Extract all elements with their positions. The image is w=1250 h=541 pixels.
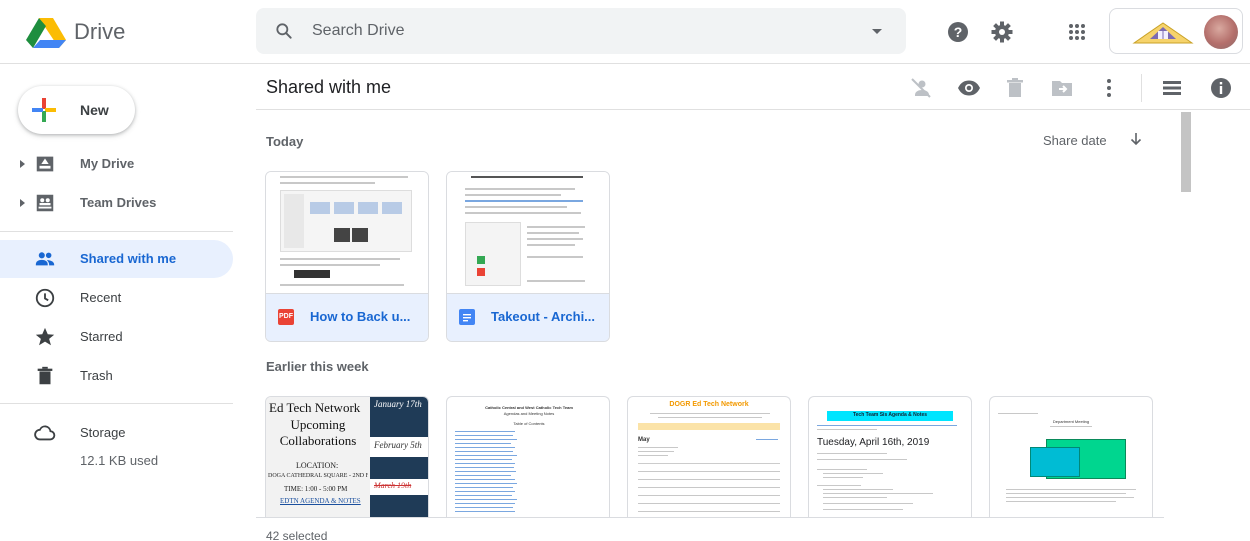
doc-thumb-subtitle: Agendas and Meeting Notes xyxy=(503,411,555,416)
sidebar-item-storage[interactable]: Storage xyxy=(0,414,233,452)
doc-thumb-date: Tuesday, April 16th, 2019 xyxy=(817,437,930,448)
delete-icon[interactable] xyxy=(1003,76,1027,100)
drive-app: Drive Search Drive ? New My Drive Team D… xyxy=(0,0,1250,541)
pdf-file-icon: PDF xyxy=(278,309,294,325)
grid-bottom-rule xyxy=(256,517,1164,518)
sidebar-item-label: Recent xyxy=(80,290,122,305)
doc-thumb-title: Tech Team Sis Agenda & Notes xyxy=(852,412,928,418)
file-name-bar[interactable]: PDF How to Back u... xyxy=(266,294,428,341)
shared-people-icon xyxy=(35,252,55,266)
sidebar-item-label: Trash xyxy=(80,368,113,383)
sidebar-item-shared-with-me[interactable]: Shared with me xyxy=(0,240,233,278)
doc-file-icon xyxy=(459,309,475,325)
section-heading-earlier-this-week: Earlier this week xyxy=(266,359,369,374)
my-drive-icon xyxy=(36,156,54,172)
move-to-folder-icon[interactable] xyxy=(1050,76,1074,100)
sidebar-item-recent[interactable]: Recent xyxy=(0,279,233,317)
page-title[interactable]: Shared with me xyxy=(266,77,391,98)
sort-by-share-date[interactable]: Share date xyxy=(1043,133,1107,148)
toolbar-divider xyxy=(1141,74,1142,102)
remove-person-icon[interactable] xyxy=(909,76,933,100)
account-switcher[interactable] xyxy=(1109,8,1243,54)
poster-date-2: February 5th xyxy=(374,440,422,450)
file-card[interactable]: Takeout - Archi... xyxy=(446,171,610,342)
poster-location-label: LOCATION: xyxy=(296,461,339,470)
file-card[interactable]: PDF How to Back u... xyxy=(265,171,429,342)
new-button[interactable]: New xyxy=(18,86,135,134)
star-icon xyxy=(35,327,55,346)
doc-thumb-toc: Table of Contents xyxy=(513,421,545,426)
file-name[interactable]: How to Back u... xyxy=(310,309,422,324)
top-header: Drive Search Drive ? xyxy=(0,0,1250,64)
sidebar-item-team-drives[interactable]: Team Drives xyxy=(0,184,233,222)
doc-thumb-title: DOGR Ed Tech Network xyxy=(669,401,749,408)
search-options-caret-icon[interactable] xyxy=(872,29,882,34)
doc-thumb-title: Catholic Central and West Catholic Tech … xyxy=(485,405,573,410)
expand-arrow-icon[interactable] xyxy=(20,199,25,207)
list-view-icon[interactable] xyxy=(1160,76,1184,100)
doc-thumb-month: May xyxy=(638,437,650,443)
info-icon[interactable] xyxy=(1209,76,1233,100)
apps-grid-icon[interactable] xyxy=(1065,20,1089,44)
file-name-bar[interactable]: Takeout - Archi... xyxy=(447,294,609,341)
down-arrow-icon[interactable] xyxy=(1128,131,1144,147)
sidebar-item-label: Shared with me xyxy=(80,251,177,266)
poster-date-3: March 19th xyxy=(374,481,412,490)
sidebar-item-my-drive[interactable]: My Drive xyxy=(0,145,233,183)
search-icon[interactable] xyxy=(274,21,294,41)
poster-title: Ed Tech Network xyxy=(269,400,361,415)
expand-arrow-icon[interactable] xyxy=(20,160,25,168)
sidebar-item-label: My Drive xyxy=(80,156,135,171)
sidebar-item-trash[interactable]: Trash xyxy=(0,357,233,395)
preview-eye-icon[interactable] xyxy=(957,76,981,100)
trash-icon xyxy=(37,366,53,385)
app-name[interactable]: Drive xyxy=(74,19,125,45)
sidebar-item-label: Team Drives xyxy=(80,195,157,210)
file-card[interactable]: Catholic Central and West Catholic Tech … xyxy=(446,396,610,518)
plus-icon xyxy=(32,98,56,122)
poster-location: DOGA CATHEDRAL SQUARE - 2ND FLOOR xyxy=(268,473,368,479)
file-name[interactable]: Takeout - Archi... xyxy=(491,309,603,324)
section-heading-today: Today xyxy=(266,134,304,149)
svg-text:?: ? xyxy=(954,24,963,40)
user-avatar[interactable] xyxy=(1204,15,1238,49)
school-book-logo xyxy=(1132,22,1194,44)
drive-logo-icon[interactable] xyxy=(26,18,66,48)
file-thumbnail xyxy=(266,172,428,294)
sidebar-divider xyxy=(0,403,233,404)
file-card[interactable]: Department Meeting xyxy=(989,396,1153,518)
more-vert-icon[interactable] xyxy=(1097,76,1121,100)
poster-subtitle: Upcoming Collaborations xyxy=(279,417,357,448)
settings-gear-icon[interactable] xyxy=(990,20,1014,44)
search-bar[interactable]: Search Drive xyxy=(256,8,906,54)
poster-date-1: January 17th xyxy=(374,399,422,409)
doc-thumb-title: Department Meeting xyxy=(1052,419,1090,424)
team-drives-icon xyxy=(36,194,54,212)
poster-agenda-link: EDTN AGENDA & NOTES xyxy=(280,497,361,505)
file-card[interactable]: DOGR Ed Tech Network May xyxy=(627,396,791,518)
sidebar-item-starred[interactable]: Starred xyxy=(0,318,233,356)
cloud-icon xyxy=(34,425,56,441)
sidebar-divider xyxy=(0,231,233,232)
clock-icon xyxy=(35,288,55,308)
poster-time: TIME: 1:00 - 5:00 PM xyxy=(284,485,348,493)
vertical-scrollbar[interactable] xyxy=(1181,112,1191,192)
file-thumbnail xyxy=(447,172,609,294)
selection-status: 42 selected xyxy=(266,529,328,541)
storage-used-text: 12.1 KB used xyxy=(80,453,159,468)
help-icon[interactable]: ? xyxy=(946,20,970,44)
toolbar-divider-line xyxy=(256,109,1250,110)
new-button-label: New xyxy=(80,102,109,118)
file-card[interactable]: Ed Tech Network Upcoming Collaborations … xyxy=(265,396,429,518)
sidebar-item-label: Storage xyxy=(80,425,126,440)
sidebar-item-label: Starred xyxy=(80,329,123,344)
search-input[interactable]: Search Drive xyxy=(312,22,404,40)
file-card[interactable]: Tech Team Sis Agenda & Notes Tuesday, Ap… xyxy=(808,396,972,518)
